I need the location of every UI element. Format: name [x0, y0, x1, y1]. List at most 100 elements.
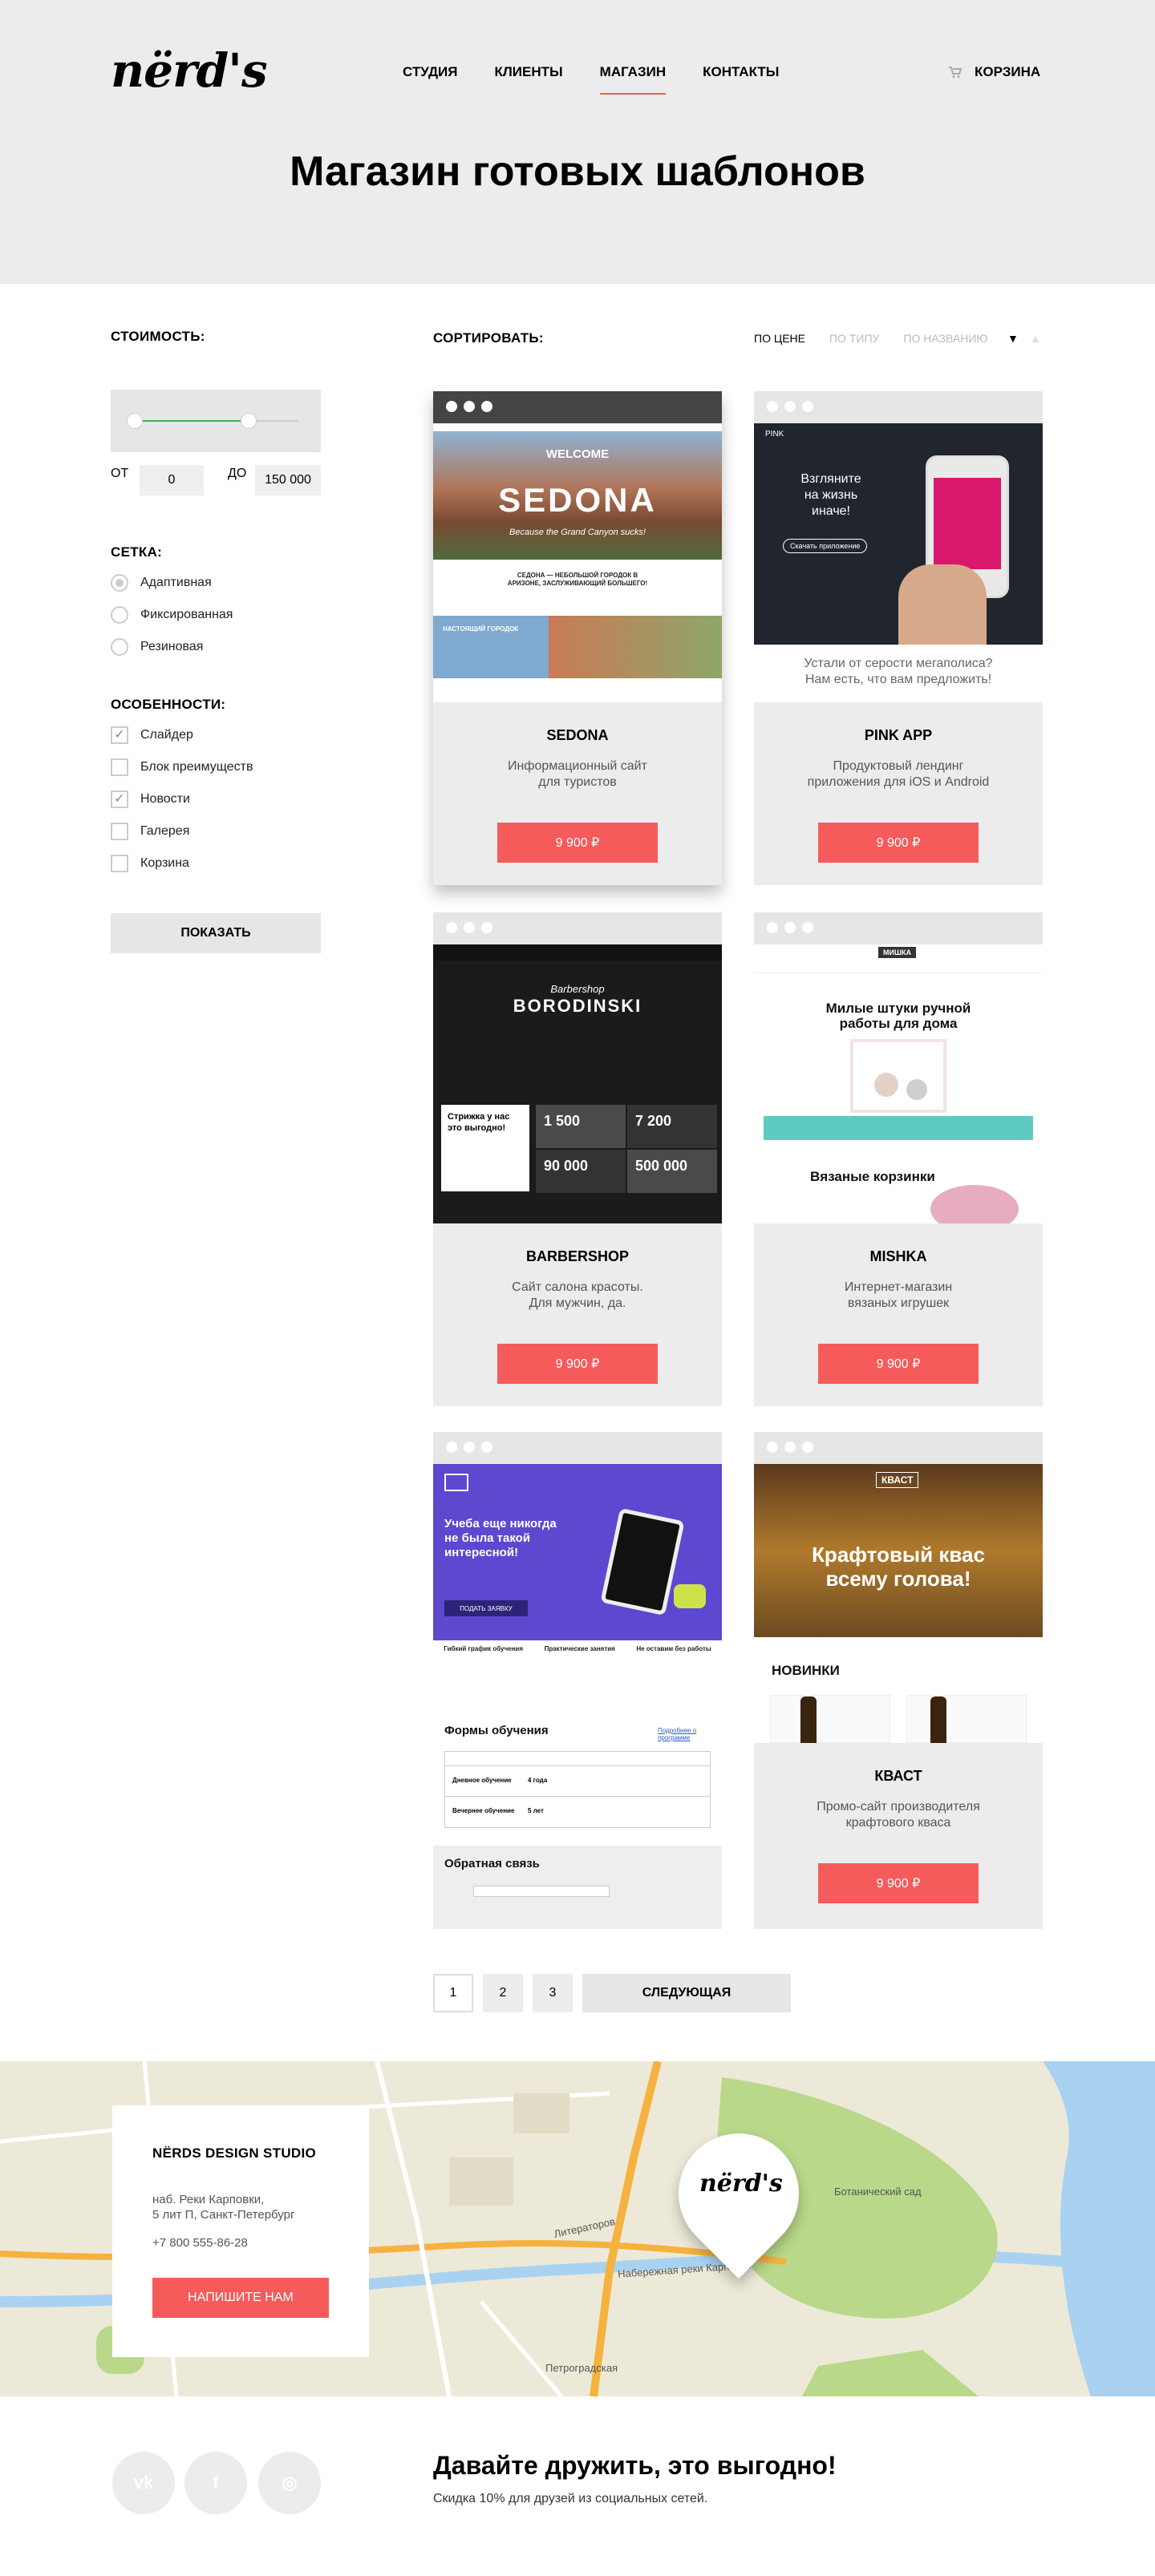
- product-name[interactable]: PINK APP: [754, 727, 1043, 744]
- product-screenshot: WELCOME SEDONA Because the Grand Canyon …: [433, 423, 722, 702]
- shot-brand: BORODINSKI: [513, 996, 642, 1016]
- product-name[interactable]: BARBERSHOP: [433, 1248, 722, 1265]
- feature-option[interactable]: Галерея: [111, 815, 253, 847]
- sort-label: СОРТИРОВАТЬ:: [433, 330, 544, 346]
- grid-label: СЕТКА:: [111, 544, 163, 560]
- checkbox-checked-icon[interactable]: ✓: [111, 726, 128, 744]
- grid-option[interactable]: Фиксированная: [111, 599, 233, 631]
- map-label: Ботанический сад: [834, 2186, 922, 2198]
- shot-stat: 7 200: [635, 1113, 672, 1129]
- buy-button[interactable]: 9 900 ₽: [818, 823, 979, 863]
- buy-button[interactable]: 9 900 ₽: [497, 823, 658, 863]
- grid-option[interactable]: Резиновая: [111, 631, 233, 663]
- product-card-pink-app[interactable]: PINK Взгляните на жизнь иначе! Скачать п…: [754, 391, 1043, 885]
- product-screenshot: Учеба еще никогда не была такой интересн…: [433, 1464, 722, 1929]
- show-button[interactable]: ПОКАЗАТЬ: [111, 913, 321, 953]
- browser-bar: [433, 912, 722, 944]
- studio-name: NËRDS DESIGN STUDIO: [152, 2145, 317, 2161]
- radio-checked-icon[interactable]: [111, 574, 128, 592]
- sort-by-type[interactable]: ПО ТИПУ: [829, 332, 879, 345]
- price-to-input[interactable]: 150 000: [255, 465, 321, 495]
- cart-link[interactable]: КОРЗИНА: [949, 64, 1040, 80]
- shot-cta: ПОДАТЬ ЗАЯВКУ: [444, 1600, 528, 1616]
- facebook-icon[interactable]: f: [184, 2452, 247, 2514]
- feature-option-label: Блок преимуществ: [140, 760, 253, 774]
- checkbox-checked-icon[interactable]: ✓: [111, 791, 128, 808]
- buy-button[interactable]: 9 900 ₽: [818, 1344, 979, 1384]
- page-3[interactable]: 3: [533, 1974, 573, 2012]
- radio-icon[interactable]: [111, 606, 128, 624]
- checkbox-icon[interactable]: [111, 823, 128, 840]
- page-2[interactable]: 2: [483, 1974, 523, 2012]
- product-card-kvast[interactable]: КВАСТ Крафтовый квас всему голова! НОВИН…: [754, 1432, 1043, 1929]
- shot-row: Вечернее обучение: [452, 1807, 515, 1814]
- map[interactable]: Ботанический сад Литераторов Набережная …: [0, 2061, 1155, 2396]
- logo[interactable]: nërd's: [111, 43, 268, 98]
- product-screenshot: МИШКА Милые штуки ручной работы для дома…: [754, 944, 1043, 1223]
- grid-option[interactable]: Адаптивная: [111, 567, 233, 599]
- phone[interactable]: +7 800 555-86-28: [152, 2235, 329, 2250]
- price-from-label: ОТ: [111, 467, 129, 480]
- checkbox-icon[interactable]: [111, 855, 128, 872]
- sort-by-price[interactable]: ПО ЦЕНЕ: [754, 332, 805, 345]
- address-line: 5 лит П, Санкт-Петербург: [152, 2208, 295, 2222]
- nav-contacts[interactable]: КОНТАКТЫ: [703, 64, 779, 96]
- shot-feedback: Обратная связь: [444, 1857, 540, 1870]
- product-card-barbershop[interactable]: Barbershop BORODINSKI Стрижка у нас это …: [433, 912, 722, 1406]
- price-slider[interactable]: [111, 390, 321, 452]
- vk-icon[interactable]: vk: [112, 2452, 175, 2514]
- buy-button[interactable]: 9 900 ₽: [497, 1344, 658, 1384]
- write-us-button[interactable]: НАПИШИТЕ НАМ: [152, 2278, 329, 2318]
- grid-option-label: Резиновая: [140, 640, 204, 653]
- product-desc: Интернет-магазин вязаных игрушек: [844, 1280, 953, 1310]
- shot-row: Дневное обучение: [452, 1777, 512, 1784]
- shot-feature: Гибкий график обучения: [444, 1645, 524, 1652]
- slider-range: [133, 420, 248, 422]
- slider-max-handle[interactable]: [241, 413, 257, 429]
- sort-options: ПО ЦЕНЕ ПО ТИПУ ПО НАЗВАНИЮ: [754, 332, 1012, 345]
- page-1[interactable]: 1: [433, 1974, 473, 2012]
- shot-term: 4 года: [528, 1777, 548, 1784]
- shot-forms-title: Формы обучения: [444, 1724, 549, 1737]
- shot-cta: Скачать приложение: [783, 539, 868, 553]
- feature-option[interactable]: Блок преимуществ: [111, 751, 253, 783]
- nav-shop[interactable]: МАГАЗИН: [599, 64, 667, 96]
- shot-logo: МИШКА: [878, 947, 917, 958]
- product-name[interactable]: MISHKA: [754, 1248, 1043, 1265]
- feature-option[interactable]: Корзина: [111, 847, 253, 880]
- feature-option[interactable]: ✓ Новости: [111, 783, 253, 815]
- shot-feature: Практические занятия: [544, 1645, 615, 1652]
- product-card-mishka[interactable]: МИШКА Милые штуки ручной работы для дома…: [754, 912, 1043, 1406]
- sort-desc-icon[interactable]: ▼: [1007, 332, 1019, 345]
- checkbox-icon[interactable]: [111, 758, 128, 776]
- product-name[interactable]: КВАСТ: [754, 1768, 1043, 1785]
- instagram-icon[interactable]: ◎: [258, 2452, 321, 2514]
- product-screenshot: Barbershop BORODINSKI Стрижка у нас это …: [433, 944, 722, 1223]
- shot-headline: Учеба еще никогда не была такой интересн…: [444, 1517, 557, 1559]
- shot-forms-link: Подробнее о программе: [658, 1727, 697, 1741]
- product-card-education[interactable]: Учеба еще никогда не была такой интересн…: [433, 1432, 722, 1929]
- browser-bar: [754, 1432, 1043, 1464]
- slider-min-handle[interactable]: [127, 413, 143, 429]
- shot-stat: 1 500: [544, 1113, 581, 1129]
- product-card-sedona[interactable]: WELCOME SEDONA Because the Grand Canyon …: [433, 391, 722, 885]
- nav-clients[interactable]: КЛИЕНТЫ: [495, 64, 563, 96]
- shot-headline: Крафтовый квас всему голова!: [812, 1543, 985, 1591]
- browser-bar: [754, 912, 1043, 944]
- address-line: наб. Реки Карповки,: [152, 2193, 265, 2206]
- buy-button[interactable]: 9 900 ₽: [818, 1863, 979, 1903]
- sort-by-name[interactable]: ПО НАЗВАНИЮ: [903, 332, 987, 345]
- browser-bar: [433, 391, 722, 423]
- nav-studio[interactable]: СТУДИЯ: [403, 64, 458, 96]
- product-name[interactable]: SEDONA: [433, 727, 722, 744]
- shot-stat: 500 000: [635, 1158, 688, 1174]
- shot-logo: КВАСТ: [876, 1472, 919, 1488]
- shot-term: 5 лет: [528, 1807, 544, 1814]
- feature-option[interactable]: ✓ Слайдер: [111, 719, 253, 751]
- price-from-input[interactable]: 0: [140, 465, 204, 495]
- sort-asc-icon[interactable]: ▲: [1030, 332, 1041, 345]
- radio-icon[interactable]: [111, 638, 128, 656]
- sort-bar: СОРТИРОВАТЬ: ПО ЦЕНЕ ПО ТИПУ ПО НАЗВАНИЮ…: [433, 329, 1043, 353]
- next-page-button[interactable]: СЛЕДУЮЩАЯ: [582, 1974, 791, 2012]
- shot-caption: СЕДОНА — НЕБОЛЬШОЙ ГОРОДОК В АРИЗОНЕ, ЗА…: [507, 572, 648, 587]
